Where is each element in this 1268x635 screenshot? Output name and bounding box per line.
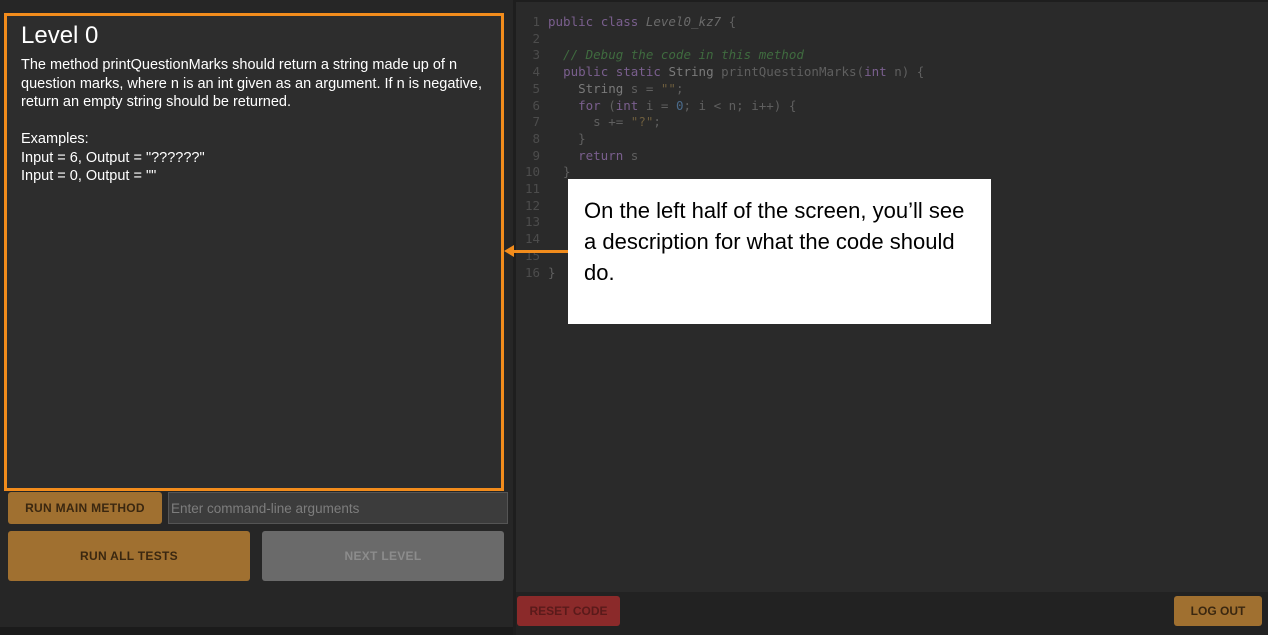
code-text[interactable]: public static String printQuestionMarks(… <box>548 64 924 79</box>
run-main-method-button[interactable]: RUN MAIN METHOD <box>8 492 162 524</box>
left-panel: Level 0 The method printQuestionMarks sh… <box>0 0 513 635</box>
editor-footer <box>516 592 1268 635</box>
line-number: 11 <box>524 181 540 196</box>
description-panel: Level 0 The method printQuestionMarks sh… <box>4 13 504 491</box>
line-number: 16 <box>524 264 540 280</box>
code-line[interactable]: 1 public class Level0_kz7 { <box>516 14 736 31</box>
line-number: 7 <box>532 114 540 130</box>
line-number: 4 <box>532 64 540 80</box>
line-number: 13 <box>524 214 540 230</box>
code-text[interactable]: s += "?"; <box>548 114 661 129</box>
code-line[interactable]: 16} <box>516 265 556 282</box>
code-line[interactable]: 12 <box>516 198 548 215</box>
line-number: 2 <box>532 30 540 46</box>
code-line[interactable]: 11 <box>516 181 548 198</box>
code-line[interactable]: 10 } <box>516 164 571 181</box>
code-text[interactable]: } <box>548 131 586 146</box>
code-line[interactable]: 14 <box>516 231 548 248</box>
code-text[interactable]: String s = ""; <box>548 81 683 96</box>
code-text[interactable]: for (int i = 0; i < n; i++) { <box>548 98 796 113</box>
problem-description: The method printQuestionMarks should ret… <box>21 57 483 184</box>
level-title: Level 0 <box>21 22 99 49</box>
line-number: 9 <box>532 147 540 163</box>
line-number: 12 <box>524 197 540 213</box>
code-line[interactable]: 2 <box>516 31 548 48</box>
line-number: 6 <box>532 97 540 113</box>
code-line[interactable]: 9 return s <box>516 148 638 165</box>
left-panel-footer <box>0 627 513 635</box>
code-line[interactable]: 6 for (int i = 0; i < n; i++) { <box>516 98 796 115</box>
code-line[interactable]: 13 <box>516 214 548 231</box>
tutorial-callout: On the left half of the screen, you’ll s… <box>568 179 991 324</box>
code-text[interactable]: } <box>548 265 556 280</box>
code-text[interactable]: // Debug the code in this method <box>548 47 804 62</box>
code-line[interactable]: 8 } <box>516 130 586 148</box>
line-number: 8 <box>532 130 540 146</box>
log-out-button[interactable]: LOG OUT <box>1174 596 1262 626</box>
code-line[interactable]: 4 public static String printQuestionMark… <box>516 64 924 81</box>
line-number: 10 <box>524 164 540 180</box>
callout-arrow-head <box>504 245 514 257</box>
line-number: 3 <box>532 47 540 63</box>
command-line-args-input[interactable] <box>168 492 508 524</box>
code-line[interactable]: 7 s += "?"; <box>516 114 661 131</box>
code-text[interactable]: return s <box>548 148 638 163</box>
code-text[interactable]: } <box>548 164 571 179</box>
code-line[interactable]: 5 String s = ""; <box>516 80 683 98</box>
callout-arrow-line <box>512 250 568 253</box>
reset-code-button[interactable]: RESET CODE <box>517 596 620 626</box>
line-number: 1 <box>532 14 540 29</box>
line-number: 5 <box>532 80 540 96</box>
code-text[interactable]: public class Level0_kz7 { <box>548 14 736 29</box>
run-all-tests-button[interactable]: RUN ALL TESTS <box>8 531 250 581</box>
line-number: 14 <box>524 231 540 247</box>
code-line[interactable]: 3 // Debug the code in this method <box>516 47 804 64</box>
next-level-button[interactable]: NEXT LEVEL <box>262 531 504 581</box>
